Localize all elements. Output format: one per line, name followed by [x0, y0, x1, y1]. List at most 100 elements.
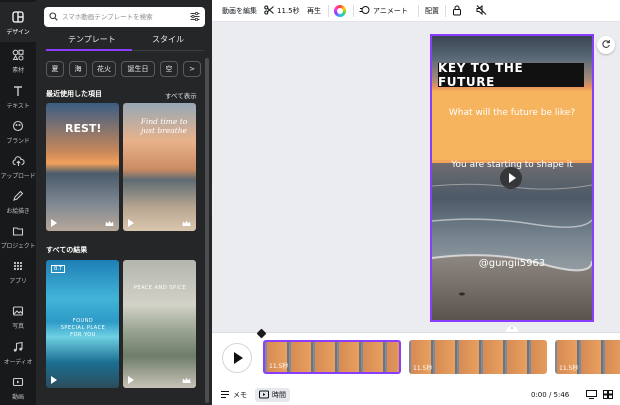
timing-button[interactable]: 時間 [255, 388, 290, 402]
template-thumb[interactable]: PEACE AND SPICE [123, 260, 196, 388]
sidebar-item-label: 写真 [12, 322, 24, 330]
display-mode-button[interactable] [586, 388, 597, 402]
timeline-clip[interactable]: 11.5秒 [409, 340, 547, 374]
template-thumb[interactable]: Find time to just breathe [123, 103, 196, 231]
timing-label: 時間 [272, 391, 286, 399]
video-page[interactable]: KEY TO THE FUTURE What will the future b… [430, 34, 594, 322]
sidebar-item-projects[interactable]: プロジェクト [0, 216, 36, 256]
text-icon [10, 83, 26, 99]
template-search[interactable] [44, 7, 205, 27]
sidebar-item-brand[interactable]: ブランド [0, 111, 36, 151]
active-tab-indicator [46, 49, 132, 51]
tab-styles[interactable]: スタイル [152, 34, 184, 45]
notes-icon [220, 390, 230, 401]
filter-icon[interactable] [190, 11, 200, 23]
sidebar-item-photos[interactable]: 写真 [0, 296, 36, 336]
question-text[interactable]: What will the future be like? [432, 108, 592, 118]
animate-label: アニメート [373, 7, 408, 15]
sidebar-item-videos[interactable]: 動画 [0, 367, 36, 405]
audio-icon [10, 339, 26, 355]
toolbar-divider [418, 5, 419, 17]
panel-scrollbar[interactable] [205, 58, 209, 403]
duration-label: 11.5秒 [277, 7, 300, 15]
elements-icon [10, 47, 26, 63]
refresh-button[interactable] [597, 36, 615, 54]
refresh-icon [601, 39, 611, 51]
title-banner[interactable]: KEY TO THE FUTURE [438, 61, 584, 89]
play-icon [128, 376, 134, 384]
all-results-title: すべての結果 [46, 246, 88, 254]
chip-fireworks[interactable]: 花火 [92, 61, 116, 77]
sidebar-item-design[interactable]: デザイン [0, 2, 36, 42]
animate-icon [359, 5, 370, 17]
video-play-button[interactable] [500, 167, 522, 189]
chip-sea[interactable]: 海 [69, 61, 87, 77]
sidebar-item-label: オーディオ [3, 358, 33, 366]
grid-view-button[interactable] [603, 388, 613, 402]
sidebar-item-apps[interactable]: アプリ [0, 251, 36, 291]
handle-text[interactable]: @gungii5963 [432, 258, 592, 269]
sidebar-item-label: 動画 [12, 393, 24, 401]
draw-icon [10, 188, 26, 204]
layout-icon [10, 9, 26, 25]
side-nav-rail: デザイン 素材 テキスト ブランド アップロード お絵描き プロジェクト アプリ… [0, 0, 36, 405]
toolbar-divider [445, 5, 446, 17]
animate-button[interactable]: アニメート [359, 0, 408, 22]
timeline-play-button[interactable] [222, 343, 252, 373]
brand-icon [10, 118, 26, 134]
chip-birthday[interactable]: 誕生日 [121, 61, 155, 77]
monitor-icon [586, 389, 597, 401]
sidebar-item-label: アプリ [9, 277, 27, 285]
video-title: KEY TO THE FUTURE [438, 61, 524, 89]
sidebar-item-label: アップロード [0, 172, 36, 180]
trim-button[interactable]: 11.5秒 [264, 0, 300, 22]
timecode: 0:00 / 5:46 [531, 391, 570, 399]
edit-video-button[interactable]: 動画を編集 [222, 0, 257, 22]
template-thumb[interactable]: B.T FOUND SPECIAL PLACE FOR YOU [46, 260, 119, 388]
crown-icon [182, 220, 191, 227]
tab-templates[interactable]: テンプレート [68, 34, 116, 45]
notes-label: メモ [233, 391, 247, 399]
template-thumb[interactable]: REST! [46, 103, 119, 231]
chip-summer[interactable]: 夏 [46, 61, 64, 77]
apps-icon [10, 258, 26, 274]
color-button[interactable] [334, 0, 346, 22]
folder-icon [10, 223, 26, 239]
position-button[interactable]: 配置 [425, 0, 439, 22]
editor-toolbar: 動画を編集 11.5秒 再生 アニメート 配置 [212, 0, 620, 22]
thumb-title: Find time to just breathe [140, 117, 188, 135]
chip-scroll-next[interactable]: > [183, 61, 201, 77]
toolbar-divider [353, 5, 354, 17]
playback-button[interactable]: 再生 [307, 0, 321, 22]
timeline-clip[interactable]: 11.5秒 [263, 340, 401, 374]
sidebar-item-upload[interactable]: アップロード [0, 146, 36, 186]
see-all-link[interactable]: すべて表示 [165, 90, 197, 100]
sidebar-item-draw[interactable]: お絵描き [0, 181, 36, 221]
search-icon [49, 11, 58, 23]
chip-sky[interactable]: 空 [160, 61, 178, 77]
thumb-title: FOUND SPECIAL PLACE FOR YOU [60, 318, 106, 338]
video-icon [10, 374, 26, 390]
play-icon [51, 219, 57, 227]
recent-title: 最近使用した項目 [46, 90, 102, 98]
thumb-title: REST! [65, 122, 102, 135]
play-icon [234, 352, 243, 364]
sidebar-item-text[interactable]: テキスト [0, 76, 36, 116]
notes-button[interactable]: メモ [220, 388, 247, 402]
search-input[interactable] [62, 13, 190, 21]
photo-icon [10, 303, 26, 319]
mute-button[interactable] [476, 0, 487, 22]
upload-icon [10, 153, 26, 169]
timeline-clip[interactable]: 11.5秒 [555, 340, 620, 374]
clip-duration: 11.5秒 [559, 365, 579, 372]
sidebar-item-label: デザイン [6, 28, 30, 36]
template-panel: テンプレート スタイル 夏 海 花火 誕生日 空 > 最近使用した項目 すべて表… [36, 0, 212, 405]
thumb-badge: B.T [51, 265, 66, 273]
play-icon [508, 173, 516, 183]
sidebar-item-label: 素材 [12, 66, 24, 74]
crown-icon [182, 377, 191, 384]
lock-button[interactable] [452, 0, 462, 22]
grid-icon [603, 389, 613, 401]
sidebar-item-audio[interactable]: オーディオ [0, 332, 36, 372]
sidebar-item-elements[interactable]: 素材 [0, 40, 36, 80]
